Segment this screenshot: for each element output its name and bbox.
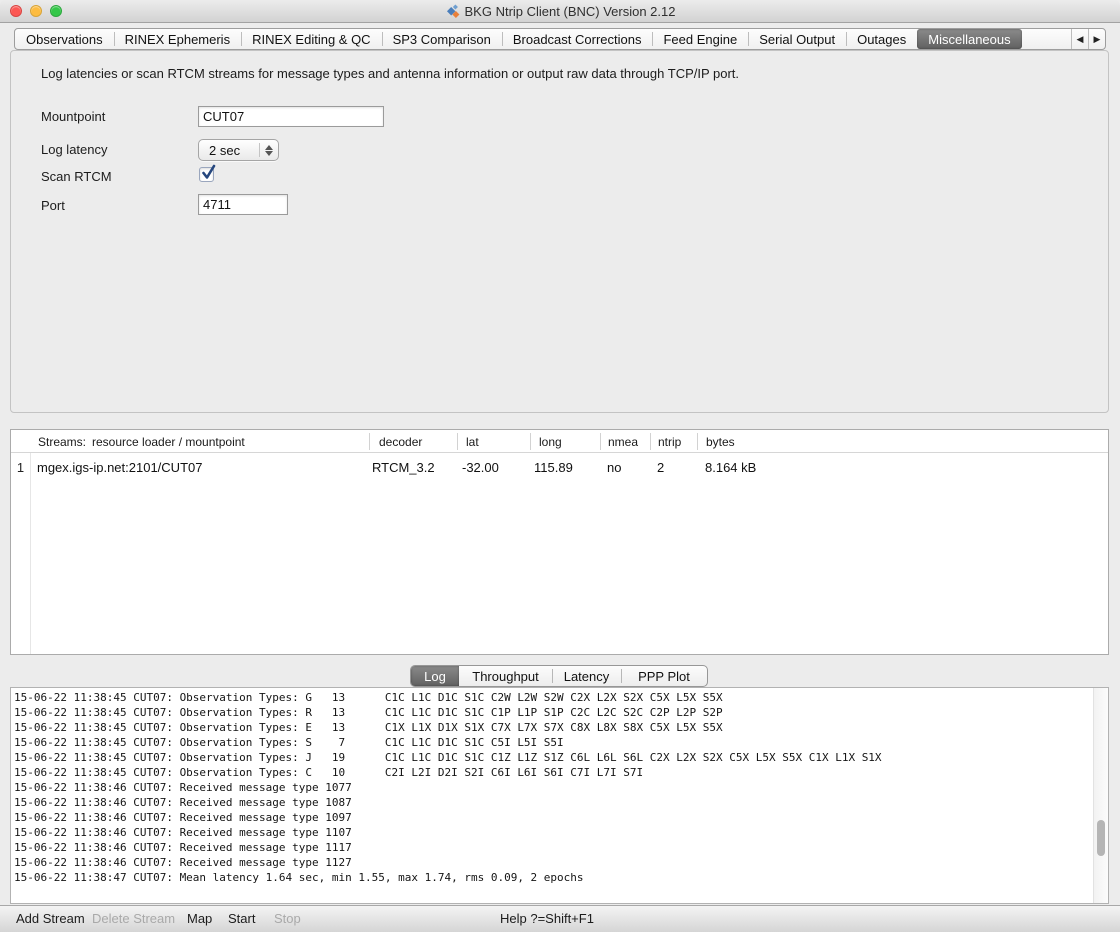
tab-throughput[interactable]: Throughput [459,666,552,686]
row-number: 1 [11,460,30,475]
header-nmea: nmea [608,435,638,449]
zoom-window-button[interactable] [50,5,62,17]
cell-ntrip: 2 [657,460,664,475]
streams-table: Streams: resource loader / mountpoint de… [10,429,1109,655]
delete-stream-button: Delete Stream [92,906,175,932]
tab-observations[interactable]: Observations [15,29,114,49]
log-line: 15-06-22 11:38:46 CUT07: Received messag… [14,825,1108,840]
cell-long: 115.89 [534,460,573,475]
help-shortcut-label: Help ?=Shift+F1 [500,906,594,932]
log-output-area[interactable]: 15-06-22 11:38:45 CUT07: Observation Typ… [10,687,1109,904]
stepper-arrows-icon [260,145,278,156]
log-line: 15-06-22 11:38:45 CUT07: Observation Typ… [14,765,1108,780]
tab-broadcast-corrections[interactable]: Broadcast Corrections [502,29,653,49]
log-line: 15-06-22 11:38:46 CUT07: Received messag… [14,855,1108,870]
streams-table-header: Streams: resource loader / mountpoint de… [11,430,1108,453]
add-stream-button[interactable]: Add Stream [16,906,85,932]
log-line: 15-06-22 11:38:47 CUT07: Mean latency 1.… [14,870,1108,885]
minimize-window-button[interactable] [30,5,42,17]
log-line: 15-06-22 11:38:46 CUT07: Received messag… [14,795,1108,810]
log-latency-select[interactable]: 2 sec [198,139,279,161]
log-line: 15-06-22 11:38:46 CUT07: Received messag… [14,780,1108,795]
map-button[interactable]: Map [187,906,212,932]
mountpoint-label: Mountpoint [41,109,105,124]
log-line: 15-06-22 11:38:46 CUT07: Received messag… [14,810,1108,825]
cell-lat: -32.00 [462,460,499,475]
tab-log[interactable]: Log [411,666,459,686]
cell-mountpoint: mgex.igs-ip.net:2101/CUT07 [37,460,202,475]
header-decoder: decoder [379,435,422,449]
stream-row-1[interactable]: 1 mgex.igs-ip.net:2101/CUT07 RTCM_3.2 -3… [11,453,1108,480]
miscellaneous-panel: Log latencies or scan RTCM streams for m… [10,50,1109,413]
window-controls [10,5,62,17]
checkmark-icon [201,164,217,181]
close-window-button[interactable] [10,5,22,17]
tab-scroll-left-icon[interactable]: ◀ [1071,29,1088,49]
port-label: Port [41,198,65,213]
mountpoint-input[interactable] [198,106,384,127]
bnc-app-icon [445,4,460,19]
log-line: 15-06-22 11:38:46 CUT07: Received messag… [14,840,1108,855]
scan-rtcm-label: Scan RTCM [41,169,112,184]
log-line: 15-06-22 11:38:45 CUT07: Observation Typ… [14,735,1108,750]
tab-sp3-comparison[interactable]: SP3 Comparison [382,29,502,49]
bnc-window: BKG Ntrip Client (BNC) Version 2.12 Obse… [0,0,1120,932]
tab-scroll-right-icon[interactable]: ▶ [1088,29,1105,49]
log-line: 15-06-22 11:38:45 CUT07: Observation Typ… [14,705,1108,720]
log-latency-label: Log latency [41,142,108,157]
tab-ppp-plot[interactable]: PPP Plot [621,666,707,686]
header-long: long [539,435,562,449]
cell-bytes: 8.164 kB [705,460,756,475]
start-button[interactable]: Start [228,906,255,932]
port-input[interactable] [198,194,288,215]
log-scrollbar[interactable] [1093,688,1108,903]
panel-description: Log latencies or scan RTCM streams for m… [41,66,739,81]
tab-miscellaneous[interactable]: Miscellaneous [917,29,1021,49]
header-streams: Streams: [38,435,86,449]
main-tab-bar: Observations RINEX Ephemeris RINEX Editi… [14,28,1106,50]
log-tab-bar: Log Throughput Latency PPP Plot [410,665,708,687]
log-line: 15-06-22 11:38:45 CUT07: Observation Typ… [14,750,1108,765]
tab-rinex-editing-qc[interactable]: RINEX Editing & QC [241,29,382,49]
log-line: 15-06-22 11:38:45 CUT07: Observation Typ… [14,720,1108,735]
cell-decoder: RTCM_3.2 [372,460,435,475]
log-latency-value: 2 sec [199,143,259,158]
tab-outages[interactable]: Outages [846,29,917,49]
stop-button: Stop [274,906,301,932]
window-title: BKG Ntrip Client (BNC) Version 2.12 [465,4,676,19]
header-bytes: bytes [706,435,735,449]
header-ntrip: ntrip [658,435,681,449]
header-mountpoint: resource loader / mountpoint [92,435,245,449]
cell-nmea: no [607,460,621,475]
status-bar: Add Stream Delete Stream Map Start Stop … [0,905,1120,932]
tab-serial-output[interactable]: Serial Output [748,29,846,49]
title-bar: BKG Ntrip Client (BNC) Version 2.12 [0,0,1120,23]
tab-feed-engine[interactable]: Feed Engine [652,29,748,49]
log-content: 15-06-22 11:38:45 CUT07: Observation Typ… [11,687,1108,885]
tab-latency[interactable]: Latency [552,666,621,686]
tab-rinex-ephemeris[interactable]: RINEX Ephemeris [114,29,241,49]
header-lat: lat [466,435,479,449]
log-line: 15-06-22 11:38:45 CUT07: Observation Typ… [14,690,1108,705]
scan-rtcm-checkbox[interactable] [199,167,214,182]
log-scrollbar-thumb[interactable] [1097,820,1105,856]
